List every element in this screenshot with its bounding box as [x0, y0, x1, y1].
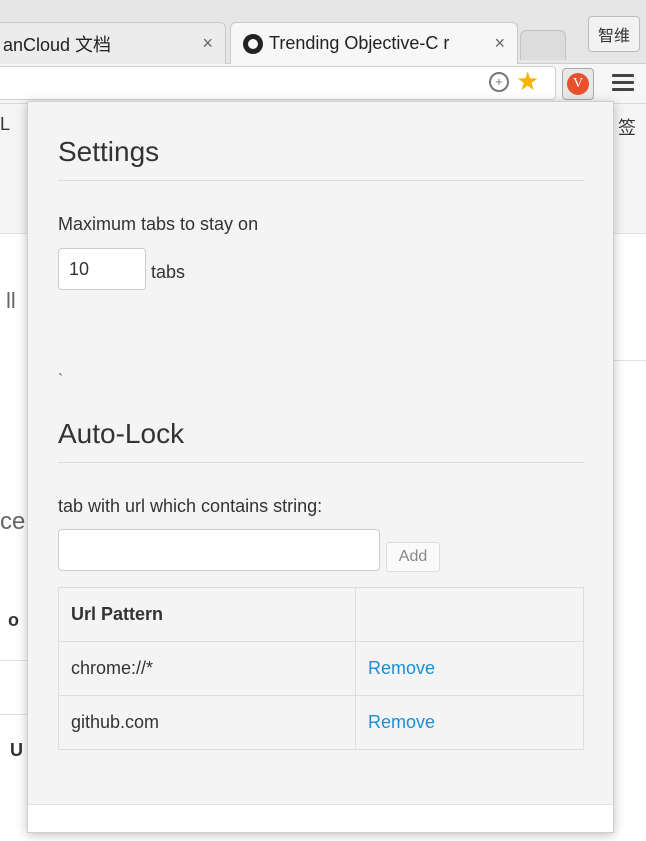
tab-github-trending[interactable]: Trending Objective-C r × — [230, 22, 518, 64]
action-header — [355, 587, 584, 642]
background-text-fragment: ce — [0, 508, 26, 535]
background-text-fragment: U — [10, 740, 23, 760]
extension-icon: V — [567, 73, 589, 95]
table-row: github.com Remove — [58, 695, 584, 750]
browser-toolbar: + ★ V — [0, 64, 646, 104]
tabs-unit-label: tabs — [151, 262, 186, 282]
profile-button[interactable]: 智维 — [588, 16, 640, 52]
max-tabs-input[interactable] — [58, 248, 146, 290]
address-bar[interactable] — [0, 66, 556, 100]
settings-title: Settings — [58, 136, 160, 167]
star-icon[interactable]: ★ — [516, 66, 539, 97]
github-icon — [243, 33, 263, 54]
url-pattern-table: Url Pattern chrome://* Remove github.com… — [58, 587, 584, 750]
remove-link[interactable]: Remove — [368, 658, 435, 678]
action-cell: Remove — [355, 695, 584, 750]
tab-close-icon[interactable]: × — [202, 33, 213, 54]
background-text-fragment: 签 — [618, 118, 636, 138]
popup-footer — [28, 804, 613, 832]
menu-icon[interactable] — [612, 74, 634, 92]
tab-title: anCloud 文档 — [3, 34, 112, 55]
new-tab-button[interactable] — [520, 30, 566, 60]
tab-title: Trending Objective-C r — [269, 33, 450, 53]
extension-button[interactable]: V — [562, 68, 594, 100]
pattern-cell: github.com — [58, 695, 356, 750]
section-divider — [58, 180, 584, 181]
max-tabs-label: Maximum tabs to stay on — [58, 214, 259, 234]
url-pattern-header: Url Pattern — [58, 587, 356, 642]
tab-strip: anCloud 文档 × Trending Objective-C r × 智维 — [0, 0, 646, 64]
background-text-fragment: ll — [6, 288, 16, 313]
action-cell: Remove — [355, 641, 584, 696]
options-popup: Settings Maximum tabs to stay on tabs ` … — [27, 101, 614, 833]
section-divider — [58, 462, 584, 463]
table-row: chrome://* Remove — [58, 641, 584, 696]
url-pattern-input[interactable] — [58, 529, 380, 571]
tab-leancloud-docs[interactable]: anCloud 文档 × — [0, 22, 226, 64]
add-pattern-button[interactable]: Add — [386, 542, 440, 572]
remove-link[interactable]: Remove — [368, 712, 435, 732]
zoom-icon[interactable]: + — [489, 72, 509, 92]
background-text-fragment: L — [0, 114, 11, 134]
background-text-fragment: o — [8, 610, 19, 630]
stray-mark: ` — [58, 372, 64, 389]
table-header-row: Url Pattern — [58, 587, 584, 642]
autolock-title: Auto-Lock — [58, 418, 185, 449]
tab-close-icon[interactable]: × — [494, 33, 505, 54]
pattern-cell: chrome://* — [58, 641, 356, 696]
autolock-prompt: tab with url which contains string: — [58, 496, 323, 516]
